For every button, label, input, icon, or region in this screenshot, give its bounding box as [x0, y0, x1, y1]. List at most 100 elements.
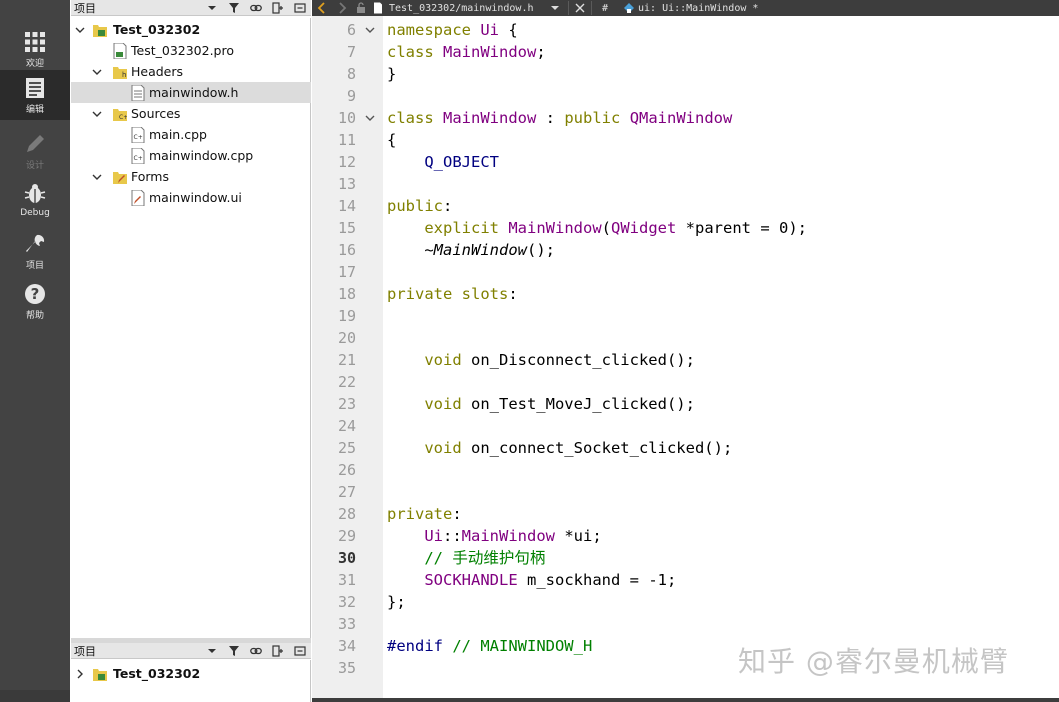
- tree-item-mainwindow-cpp[interactable]: C+ mainwindow.cpp: [71, 145, 311, 166]
- chevron-down-icon[interactable]: [91, 108, 103, 120]
- editor-file-path[interactable]: Test_032302/mainwindow.h: [386, 3, 546, 14]
- tree-item-mainwindow-ui[interactable]: mainwindow.ui: [71, 187, 311, 208]
- tree-item-headers[interactable]: h Headers: [71, 61, 311, 82]
- svg-text:C+: C+: [134, 134, 143, 141]
- link-icon[interactable]: [245, 643, 267, 659]
- mode-projects[interactable]: 项目: [0, 226, 70, 276]
- line-number: 25: [337, 439, 356, 457]
- code-line[interactable]: class MainWindow : public QMainWindow: [387, 107, 732, 129]
- code-line[interactable]: public:: [387, 195, 452, 217]
- code-line[interactable]: void on_Test_MoveJ_clicked();: [387, 393, 695, 415]
- code-line[interactable]: };: [387, 591, 406, 613]
- close-panel-icon[interactable]: [289, 643, 311, 659]
- line-number: 13: [337, 175, 356, 193]
- filter-icon[interactable]: [223, 643, 245, 659]
- close-panel-icon[interactable]: [289, 0, 311, 16]
- sources-folder-icon: C+: [113, 106, 127, 122]
- code-line[interactable]: ~MainWindow();: [387, 239, 555, 261]
- grid-icon: [23, 30, 47, 54]
- panel-title: 项目: [74, 1, 96, 15]
- chevron-down-icon[interactable]: [201, 643, 223, 659]
- project-folder-icon: [93, 666, 107, 682]
- tree-item-label: Sources: [131, 106, 181, 121]
- tree-item-pro-file[interactable]: Test_032302.pro: [71, 40, 311, 61]
- code-editor[interactable]: 6 7 8 9 10 11 12 13 14 15 16 17 18 19 20 21 22 23 24 25 26 27…: [312, 16, 1059, 702]
- line-number-gutter: 6 7 8 9 10 11 12 13 14 15 16 17 18 19 20 21 22 23 24 25 26 27…: [312, 16, 387, 702]
- forward-arrow-icon[interactable]: [332, 0, 352, 16]
- editor-bottom-border: [312, 698, 1059, 702]
- code-line[interactable]: }: [387, 63, 396, 85]
- code-line[interactable]: Ui::MainWindow *ui;: [387, 525, 601, 547]
- code-line[interactable]: Q_OBJECT: [387, 151, 499, 173]
- code-line[interactable]: private slots:: [387, 283, 518, 305]
- tree-item-mainwindow-h[interactable]: mainwindow.h: [71, 82, 311, 103]
- bug-icon: [23, 182, 47, 206]
- line-number: 8: [346, 65, 356, 83]
- back-arrow-icon[interactable]: [312, 0, 332, 16]
- code-text-area[interactable]: namespace Ui {class MainWindow;} class Ma…: [383, 16, 1059, 702]
- code-line[interactable]: class MainWindow;: [387, 41, 546, 63]
- line-number: 16: [337, 241, 356, 259]
- line-number: 33: [337, 615, 356, 633]
- close-icon[interactable]: [573, 0, 587, 16]
- ui-file-icon: [131, 189, 145, 206]
- code-line[interactable]: void on_connect_Socket_clicked();: [387, 437, 732, 459]
- mode-label: 编辑: [25, 105, 44, 115]
- code-line[interactable]: void on_Disconnect_clicked();: [387, 349, 695, 371]
- pencil-icon: [23, 132, 47, 156]
- mode-debug[interactable]: Debug: [0, 176, 70, 226]
- mode-welcome[interactable]: 欢迎: [0, 24, 70, 74]
- project-folder-icon: [93, 22, 107, 38]
- split-icon[interactable]: [267, 0, 289, 16]
- tree-item-project[interactable]: Test_032302: [71, 663, 311, 684]
- tree-item-project[interactable]: Test_032302: [71, 19, 311, 40]
- mode-edit[interactable]: 编辑: [0, 70, 70, 120]
- project-tree: Test_032302 Test_032302.pro h Headers ma…: [71, 18, 311, 638]
- code-line[interactable]: private:: [387, 503, 462, 525]
- line-number: 18: [337, 285, 356, 303]
- cpp-file-icon: C+: [131, 147, 145, 164]
- toolbar-separator: [568, 1, 569, 15]
- link-icon[interactable]: [245, 0, 267, 16]
- forms-folder-icon: [113, 169, 127, 185]
- filter-icon[interactable]: [223, 0, 245, 16]
- chevron-down-icon[interactable]: [91, 66, 103, 78]
- line-number: 14: [337, 197, 356, 215]
- tree-item-forms[interactable]: Forms: [71, 166, 311, 187]
- line-number: 32: [337, 593, 356, 611]
- line-number: 31: [337, 571, 356, 589]
- chevron-right-icon[interactable]: [74, 668, 86, 680]
- project-tree-bottom: Test_032302: [71, 660, 311, 702]
- fold-chevron-icon[interactable]: [364, 107, 376, 129]
- chevron-down-icon[interactable]: [74, 24, 86, 36]
- tree-item-sources[interactable]: C+ Sources: [71, 103, 311, 124]
- line-number: 11: [337, 131, 356, 149]
- svg-text:C+: C+: [119, 114, 127, 121]
- code-line[interactable]: SOCKHANDLE m_sockhand = -1;: [387, 569, 676, 591]
- symbol-selector[interactable]: ui: Ui::MainWindow *: [638, 3, 758, 14]
- code-line[interactable]: explicit MainWindow(QWidget *parent = 0)…: [387, 217, 807, 239]
- line-number: 28: [337, 505, 356, 523]
- mode-label: 帮助: [25, 311, 44, 321]
- tree-item-label: mainwindow.cpp: [149, 148, 254, 163]
- project-panel-header: 项目: [71, 0, 311, 16]
- code-line[interactable]: namespace Ui {: [387, 19, 518, 41]
- code-line[interactable]: {: [387, 129, 396, 151]
- chevron-down-icon[interactable]: [546, 0, 564, 16]
- code-line[interactable]: #endif // MAINWINDOW_H: [387, 635, 592, 657]
- chevron-down-icon[interactable]: [91, 171, 103, 183]
- hash-button[interactable]: #: [596, 3, 614, 14]
- lock-icon[interactable]: [352, 0, 370, 16]
- tree-item-main-cpp[interactable]: C+ main.cpp: [71, 124, 311, 145]
- chevron-down-icon[interactable]: [201, 0, 223, 16]
- modebar-footer: [0, 690, 70, 702]
- split-icon[interactable]: [267, 643, 289, 659]
- line-number: 12: [337, 153, 356, 171]
- mode-design[interactable]: 设计: [0, 126, 70, 176]
- line-number: 9: [346, 87, 356, 105]
- code-line[interactable]: // 手动维护句柄: [387, 547, 545, 569]
- fold-chevron-icon[interactable]: [364, 19, 376, 41]
- svg-text:?: ?: [31, 285, 40, 303]
- editor-toolbar: Test_032302/mainwindow.h # ui: Ui::MainW…: [312, 0, 1059, 16]
- mode-help[interactable]: ? 帮助: [0, 276, 70, 326]
